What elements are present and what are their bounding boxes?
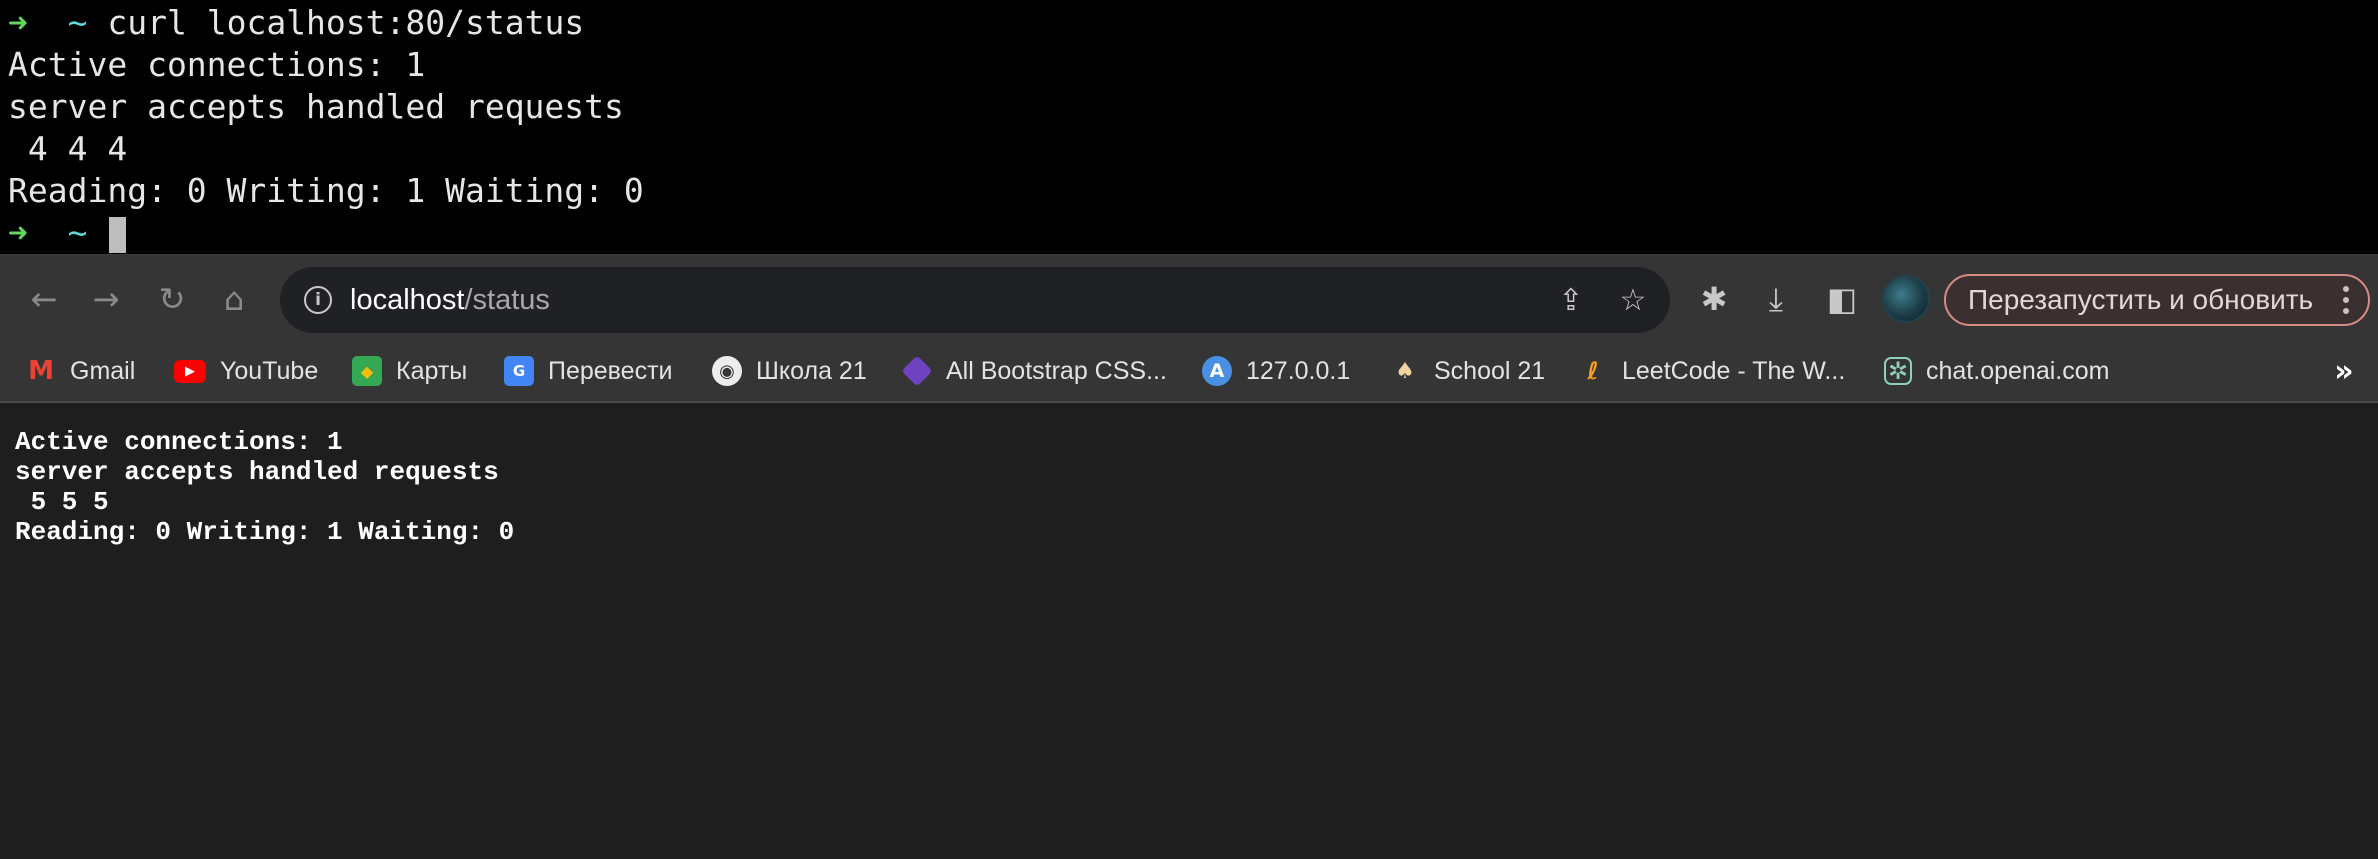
reload-icon[interactable]: ↻ xyxy=(150,277,194,321)
url-host: localhost xyxy=(350,283,465,316)
terminal-output-line: server accepts handled requests xyxy=(8,87,624,126)
terminal-output-line: Active connections: 1 xyxy=(8,45,426,84)
home-icon[interactable]: ⌂ xyxy=(212,277,256,321)
forward-arrow-icon[interactable]: → xyxy=(84,277,128,321)
letter-a-icon: A xyxy=(1202,356,1232,386)
url-path: /status xyxy=(464,283,550,316)
bookmark-label: Перевести xyxy=(548,356,673,385)
youtube-icon: ▶ xyxy=(174,359,206,383)
relaunch-label: Перезапустить и обновить xyxy=(1968,284,2314,315)
download-icon[interactable]: ⤓ xyxy=(1756,279,1796,319)
bookmark-leetcode[interactable]: ℓ LeetCode - The W... xyxy=(1578,353,1845,389)
bookmark-label: Gmail xyxy=(70,356,136,385)
bookmark-maps[interactable]: ◆ Карты xyxy=(352,353,467,389)
terminal-cursor xyxy=(109,216,127,253)
relaunch-update-button[interactable]: Перезапустить и обновить xyxy=(1944,274,2370,326)
terminal-output-line: Reading: 0 Writing: 1 Waiting: 0 xyxy=(8,171,644,210)
bookmarks-bar: M Gmail ▶ YouTube ◆ Карты G Перевести ◉ … xyxy=(0,343,2378,403)
bookmark-label: Школа 21 xyxy=(756,356,867,385)
translate-icon: G xyxy=(504,356,534,386)
status-line: 5 5 5 xyxy=(15,487,109,517)
side-panel-icon[interactable]: ◧ xyxy=(1822,279,1862,319)
bookmark-school21-ru[interactable]: ◉ Школа 21 xyxy=(712,353,867,389)
share-icon[interactable]: ⇪ xyxy=(1552,281,1590,319)
terminal-command-line: ➜ ~ curl localhost:80/status xyxy=(8,2,2378,44)
bookmark-youtube[interactable]: ▶ YouTube xyxy=(174,353,318,389)
maps-icon: ◆ xyxy=(352,356,382,386)
bookmark-label: Карты xyxy=(396,356,468,385)
bookmark-label: LeetCode - The W... xyxy=(1622,356,1846,385)
bookmark-label: All Bootstrap CSS... xyxy=(946,356,1167,385)
bookmark-label: chat.openai.com xyxy=(1926,356,2110,385)
bookmark-label: 127.0.0.1 xyxy=(1246,356,1351,385)
status-line: Active connections: 1 xyxy=(15,427,343,457)
browser-window: ← → ↻ ⌂ i localhost/status ⇪ ☆ ✱ ⤓ ◧ Пер… xyxy=(0,254,2378,859)
openai-icon: ✲ xyxy=(1884,357,1912,385)
extensions-puzzle-icon[interactable]: ✱ xyxy=(1694,279,1734,319)
bookmark-bootstrap[interactable]: All Bootstrap CSS... xyxy=(901,353,1167,389)
bookmark-label: School 21 xyxy=(1434,356,1546,385)
prompt-arrow: ➜ xyxy=(8,3,28,42)
terminal-window[interactable]: ➜ ~ curl localhost:80/status Active conn… xyxy=(0,0,2378,254)
address-bar[interactable]: i localhost/status ⇪ ☆ xyxy=(280,267,1670,333)
site-info-icon[interactable]: i xyxy=(304,286,332,314)
terminal-prompt-line[interactable]: ➜ ~ xyxy=(8,212,2378,254)
terminal-output-line: 4 4 4 xyxy=(8,129,128,168)
terminal-command: curl localhost:80/status xyxy=(107,3,585,42)
back-arrow-icon[interactable]: ← xyxy=(22,277,66,321)
bootstrap-icon xyxy=(901,355,933,387)
prompt-directory: ~ xyxy=(67,3,88,42)
leetcode-icon: ℓ xyxy=(1587,357,1599,385)
bookmark-chatgpt[interactable]: ✲ chat.openai.com xyxy=(1884,353,2109,389)
bookmark-school21[interactable]: ♠ School 21 xyxy=(1390,353,1545,389)
status-line: Reading: 0 Writing: 1 Waiting: 0 xyxy=(15,517,515,547)
prompt-directory: ~ xyxy=(67,213,88,252)
bookmark-label: YouTube xyxy=(220,356,319,385)
bookmark-translate[interactable]: G Перевести xyxy=(504,353,673,389)
prompt-arrow: ➜ xyxy=(8,213,28,252)
bookmark-localhost[interactable]: A 127.0.0.1 xyxy=(1202,353,1350,389)
profile-avatar[interactable] xyxy=(1882,275,1930,323)
bookmarks-overflow-button[interactable]: » xyxy=(2326,353,2362,389)
status-line: server accepts handled requests xyxy=(15,457,499,487)
browser-toolbar: ← → ↻ ⌂ i localhost/status ⇪ ☆ ✱ ⤓ ◧ Пер… xyxy=(0,255,2378,343)
gmail-icon: M xyxy=(28,356,54,386)
page-content: Active connections: 1 server accepts han… xyxy=(0,405,2378,859)
more-menu-icon[interactable] xyxy=(2336,282,2356,318)
bookmark-gmail[interactable]: M Gmail xyxy=(26,353,135,389)
school-icon: ♠ xyxy=(1395,358,1415,384)
bookmark-star-icon[interactable]: ☆ xyxy=(1614,281,1652,319)
globe-icon: ◉ xyxy=(712,356,742,386)
